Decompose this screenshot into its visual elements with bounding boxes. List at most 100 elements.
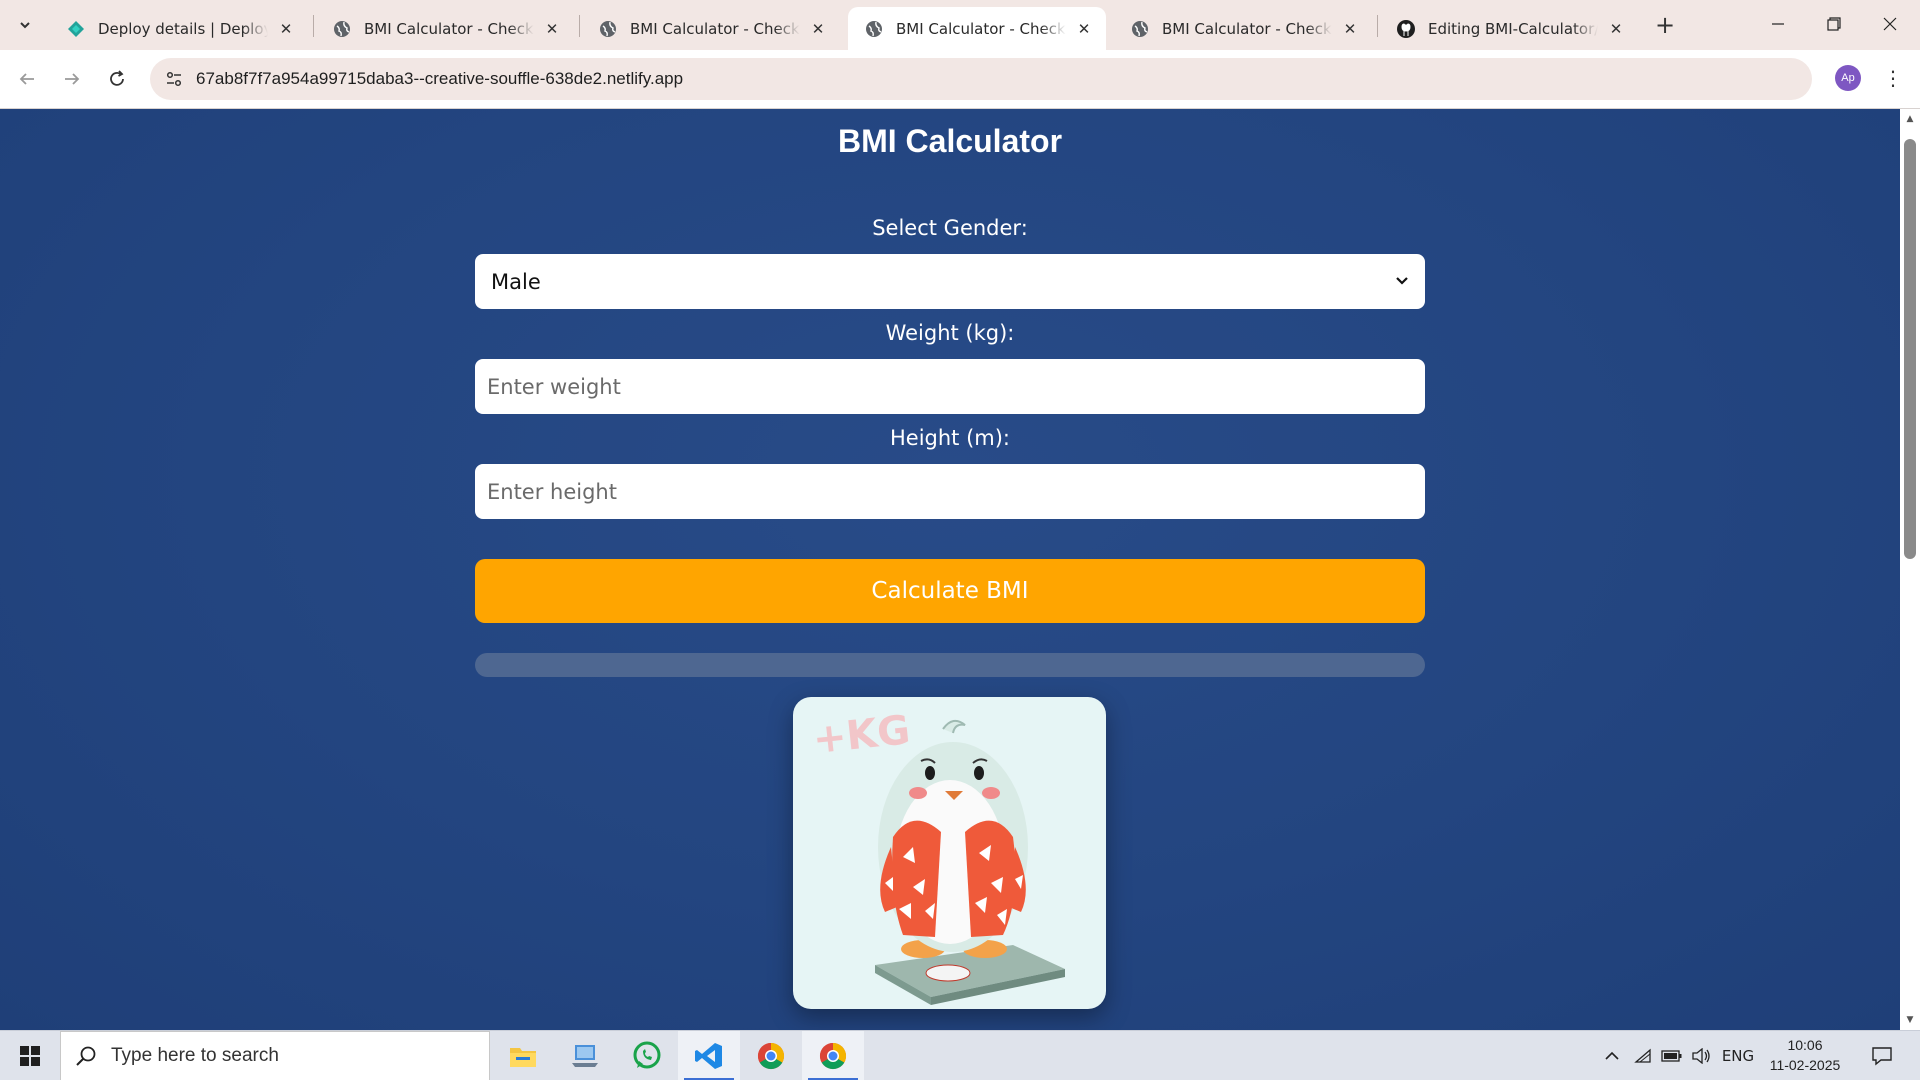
chevron-down-icon [1395, 274, 1409, 290]
taskbar-chrome[interactable] [740, 1031, 802, 1080]
weight-input[interactable] [475, 359, 1425, 414]
start-button[interactable] [0, 1031, 60, 1080]
site-settings-icon[interactable] [162, 67, 186, 91]
new-tab-button[interactable]: + [1650, 10, 1680, 40]
close-window-button[interactable] [1862, 0, 1918, 48]
scrollbar-thumb[interactable] [1904, 139, 1916, 559]
system-clock[interactable]: 10:06 11-02-2025 [1760, 1035, 1850, 1075]
globe-icon [1130, 19, 1150, 39]
height-label: Height (m): [889, 426, 1010, 450]
tab-bmi-4[interactable]: BMI Calculator - Check You ✕ [1114, 7, 1372, 50]
back-button[interactable] [10, 62, 44, 96]
page-viewport: BMI Calculator Select Gender: Male Weigh… [0, 109, 1900, 1030]
gender-select[interactable]: Male [475, 254, 1425, 309]
address-bar[interactable]: 67ab8f7f7a954a99715daba3--creative-souff… [150, 58, 1812, 100]
arrow-left-icon [19, 73, 34, 85]
scroll-up-icon[interactable]: ▲ [1900, 111, 1920, 127]
language-indicator[interactable]: ENG [1718, 1031, 1758, 1080]
arrow-right-icon [65, 73, 80, 85]
vscode-icon [695, 1043, 722, 1069]
file-explorer-icon [510, 1048, 536, 1067]
tab-separator [579, 15, 580, 37]
minimize-icon [1772, 23, 1784, 25]
chrome-icon [819, 1042, 847, 1070]
tab-search-button[interactable] [10, 10, 40, 40]
computer-icon [572, 1045, 598, 1067]
gender-label: Select Gender: [872, 216, 1028, 240]
taskbar-whatsapp[interactable] [616, 1031, 678, 1080]
globe-icon [864, 19, 884, 39]
volume-control[interactable] [1688, 1031, 1714, 1080]
wifi-icon [1634, 1048, 1651, 1063]
network-status[interactable] [1630, 1031, 1656, 1080]
url-text: 67ab8f7f7a954a99715daba3--creative-souff… [196, 69, 684, 88]
whatsapp-icon [633, 1041, 661, 1069]
tab-separator [1377, 15, 1378, 37]
scroll-down-icon[interactable]: ▼ [1900, 1012, 1920, 1028]
chrome-icon [757, 1042, 785, 1070]
tab-title: BMI Calculator - Check You [630, 19, 800, 38]
profile-avatar[interactable]: Ap [1835, 65, 1861, 91]
chevron-up-icon [1605, 1051, 1619, 1060]
reload-icon [110, 70, 124, 86]
globe-icon [332, 19, 352, 39]
notification-center[interactable] [1862, 1031, 1902, 1080]
calculate-bmi-button[interactable]: Calculate BMI [475, 559, 1425, 623]
close-icon[interactable]: ✕ [1340, 19, 1360, 39]
search-placeholder: Type here to search [111, 1045, 279, 1066]
minimize-button[interactable] [1750, 0, 1806, 48]
page-title: BMI Calculator [837, 123, 1063, 159]
show-hidden-icons[interactable] [1598, 1031, 1626, 1080]
tab-separator [313, 15, 314, 37]
tab-deploy-details[interactable]: Deploy details | Deploys | c ✕ [50, 7, 308, 50]
more-menu-icon[interactable]: ⋮ [1880, 65, 1906, 91]
close-icon[interactable]: ✕ [1606, 19, 1626, 39]
tab-title: BMI Calculator - Check You [1162, 19, 1332, 38]
weight-label: Weight (kg): [885, 321, 1015, 345]
tab-strip: Deploy details | Deploys | c ✕ BMI Calcu… [0, 0, 1920, 50]
taskbar-vscode[interactable] [678, 1031, 740, 1080]
penguin-image-card: +KG [793, 697, 1106, 1009]
taskbar-computer[interactable] [554, 1031, 616, 1080]
close-icon[interactable]: ✕ [808, 19, 828, 39]
windows-taskbar: Type here to search ENG 10:06 11-02-2025 [0, 1030, 1920, 1080]
search-icon [76, 1046, 96, 1066]
windows-logo-icon [20, 1046, 40, 1066]
bmi-result-bar [475, 653, 1425, 677]
kg-text: +KG [811, 707, 913, 763]
taskbar-search[interactable]: Type here to search [60, 1031, 490, 1080]
speaker-icon [1692, 1048, 1710, 1064]
close-icon [1883, 17, 1897, 31]
tab-bmi-2[interactable]: BMI Calculator - Check You ✕ [582, 7, 840, 50]
penguin-on-scale-illustration: +KG [811, 707, 1065, 1005]
tab-title: Editing BMI-Calculator/RE [1428, 19, 1598, 38]
forward-button[interactable] [55, 62, 89, 96]
battery-status[interactable] [1658, 1031, 1686, 1080]
tab-title: Deploy details | Deploys | c [98, 19, 268, 38]
tab-title: BMI Calculator - Check You [364, 19, 534, 38]
taskbar-file-explorer[interactable] [492, 1031, 554, 1080]
page-scrollbar[interactable]: ▲ ▼ [1900, 109, 1920, 1030]
height-input[interactable] [475, 464, 1425, 519]
tab-github-editing[interactable]: Editing BMI-Calculator/RE ✕ [1380, 7, 1638, 50]
close-icon[interactable]: ✕ [276, 19, 296, 39]
reload-button[interactable] [100, 62, 134, 96]
browser-toolbar: 67ab8f7f7a954a99715daba3--creative-souff… [0, 50, 1920, 109]
github-icon [1396, 19, 1416, 39]
tab-bmi-1[interactable]: BMI Calculator - Check You ✕ [316, 7, 574, 50]
tab-bmi-3-active[interactable]: BMI Calculator - Check You ✕ [848, 7, 1106, 50]
taskbar-chrome-active[interactable] [802, 1031, 864, 1080]
clock-date: 11-02-2025 [1769, 1057, 1841, 1073]
gender-selected-value: Male [491, 269, 541, 294]
close-icon[interactable]: ✕ [542, 19, 562, 39]
battery-icon [1661, 1050, 1682, 1062]
clock-time: 10:06 [1787, 1037, 1823, 1053]
chevron-down-icon [20, 22, 30, 29]
netlify-icon [66, 19, 86, 39]
restore-button[interactable] [1806, 0, 1862, 48]
notification-icon [1872, 1047, 1892, 1066]
close-icon[interactable]: ✕ [1074, 19, 1094, 39]
globe-icon [598, 19, 618, 39]
restore-icon [1827, 17, 1841, 31]
tab-title: BMI Calculator - Check You [896, 19, 1066, 38]
